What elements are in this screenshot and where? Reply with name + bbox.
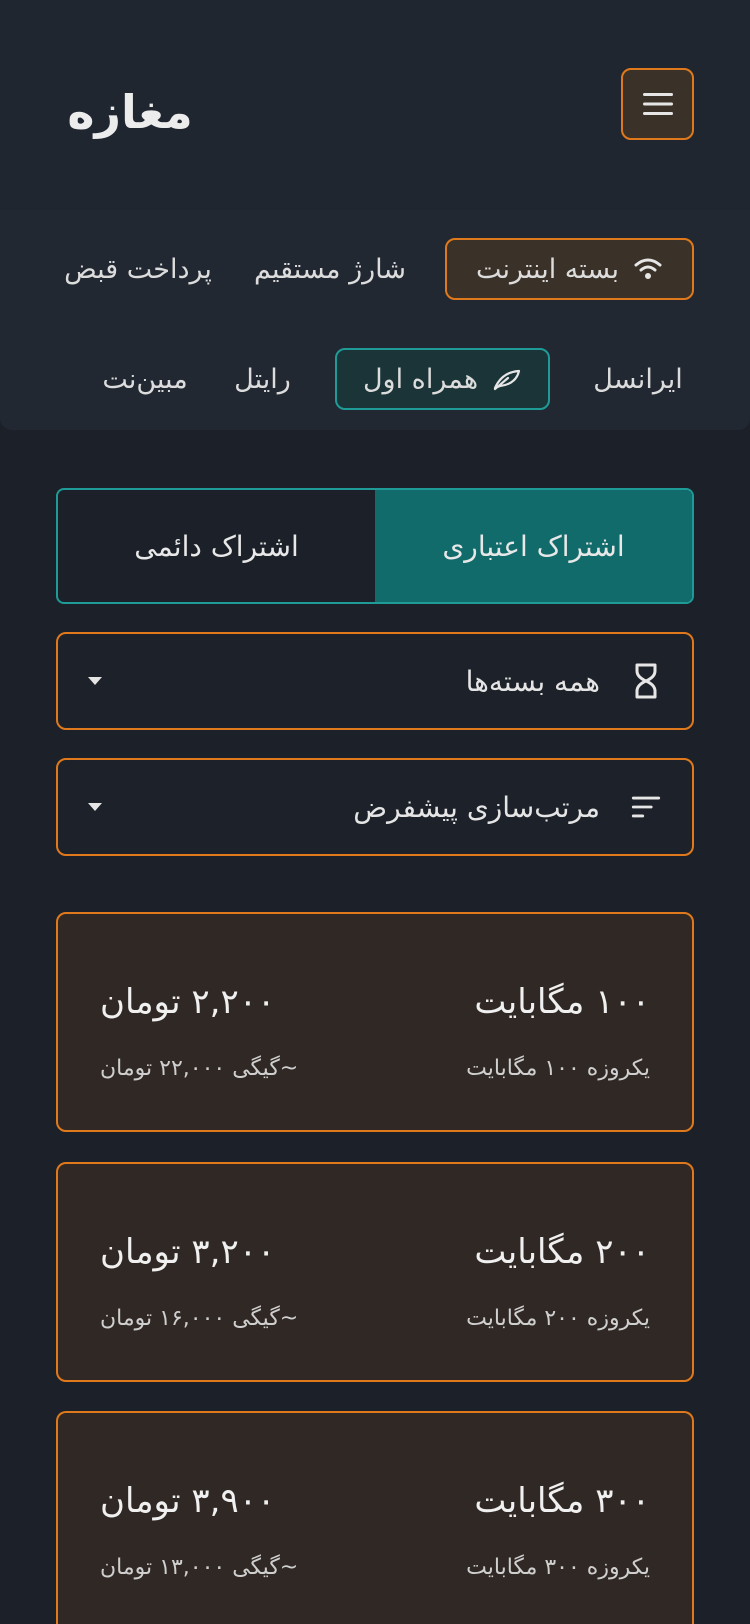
sort-icon [630,788,662,826]
operator-label: همراه اول [362,363,479,395]
package-size: ۲۰۰ مگابایت [474,1232,650,1272]
operator-irancell[interactable]: ایرانسل [588,348,688,410]
package-price-per-gig: ~گیگی ۲۲,۰۰۰ تومان [100,1056,299,1081]
package-description: یکروزه ۳۰۰ مگابایت [466,1555,650,1580]
subscription-prepaid-tab[interactable]: اشتراک اعتباری [375,490,692,602]
package-card[interactable]: ۲۰۰ مگابایت ۳,۲۰۰ تومان یکروزه ۲۰۰ مگابا… [56,1162,694,1382]
package-price: ۲,۲۰۰ تومان [100,982,276,1022]
wifi-icon [634,258,662,279]
package-price-per-gig: ~گیگی ۱۳,۰۰۰ تومان [100,1555,299,1580]
operator-label: ایرانسل [593,363,683,395]
subscription-postpaid-tab[interactable]: اشتراک دائمی [58,490,375,602]
hourglass-icon [630,662,662,700]
service-label: بسته اینترنت [475,253,620,285]
service-internet-package[interactable]: بسته اینترنت [445,238,694,300]
operator-rightel[interactable]: رایتل [225,348,300,410]
navigation-panel: بسته اینترنت شارژ مستقیم پرداخت قبض ایرا… [0,210,750,430]
sort-value: مرتب‌سازی پیشفرض [353,790,600,824]
service-label: پرداخت قبض [64,253,212,285]
package-size: ۳۰۰ مگابایت [474,1481,650,1521]
app-logo[interactable]: مغازه [55,82,205,142]
operator-mobinnet[interactable]: مبین‌نت [95,348,195,410]
operator-label: رایتل [234,363,291,395]
chevron-down-icon [88,677,102,685]
app-header: مغازه [0,0,750,210]
package-size: ۱۰۰ مگابایت [474,982,650,1022]
package-price-per-gig: ~گیگی ۱۶,۰۰۰ تومان [100,1306,299,1331]
duration-filter-select[interactable]: همه بسته‌ها [56,632,694,730]
service-label: شارژ مستقیم [254,253,406,285]
package-description: یکروزه ۱۰۰ مگابایت [466,1056,650,1081]
service-bill-payment[interactable]: پرداخت قبض [58,238,218,300]
service-direct-charge[interactable]: شارژ مستقیم [250,238,410,300]
package-card[interactable]: ۳۰۰ مگابایت ۳,۹۰۰ تومان یکروزه ۳۰۰ مگابا… [56,1411,694,1624]
package-price: ۳,۹۰۰ تومان [100,1481,276,1521]
chevron-down-icon [88,803,102,811]
feather-icon [493,369,521,391]
sort-select[interactable]: مرتب‌سازی پیشفرض [56,758,694,856]
package-description: یکروزه ۲۰۰ مگابایت [466,1306,650,1331]
operator-label: مبین‌نت [102,363,188,395]
subscription-toggle: اشتراک اعتباری اشتراک دائمی [56,488,694,604]
duration-filter-value: همه بسته‌ها [465,664,600,698]
package-price: ۳,۲۰۰ تومان [100,1232,276,1272]
package-card[interactable]: ۱۰۰ مگابایت ۲,۲۰۰ تومان یکروزه ۱۰۰ مگابا… [56,912,694,1132]
operator-hamrahe-aval[interactable]: همراه اول [335,348,550,410]
hamburger-icon [642,93,673,115]
menu-button[interactable] [621,68,694,140]
